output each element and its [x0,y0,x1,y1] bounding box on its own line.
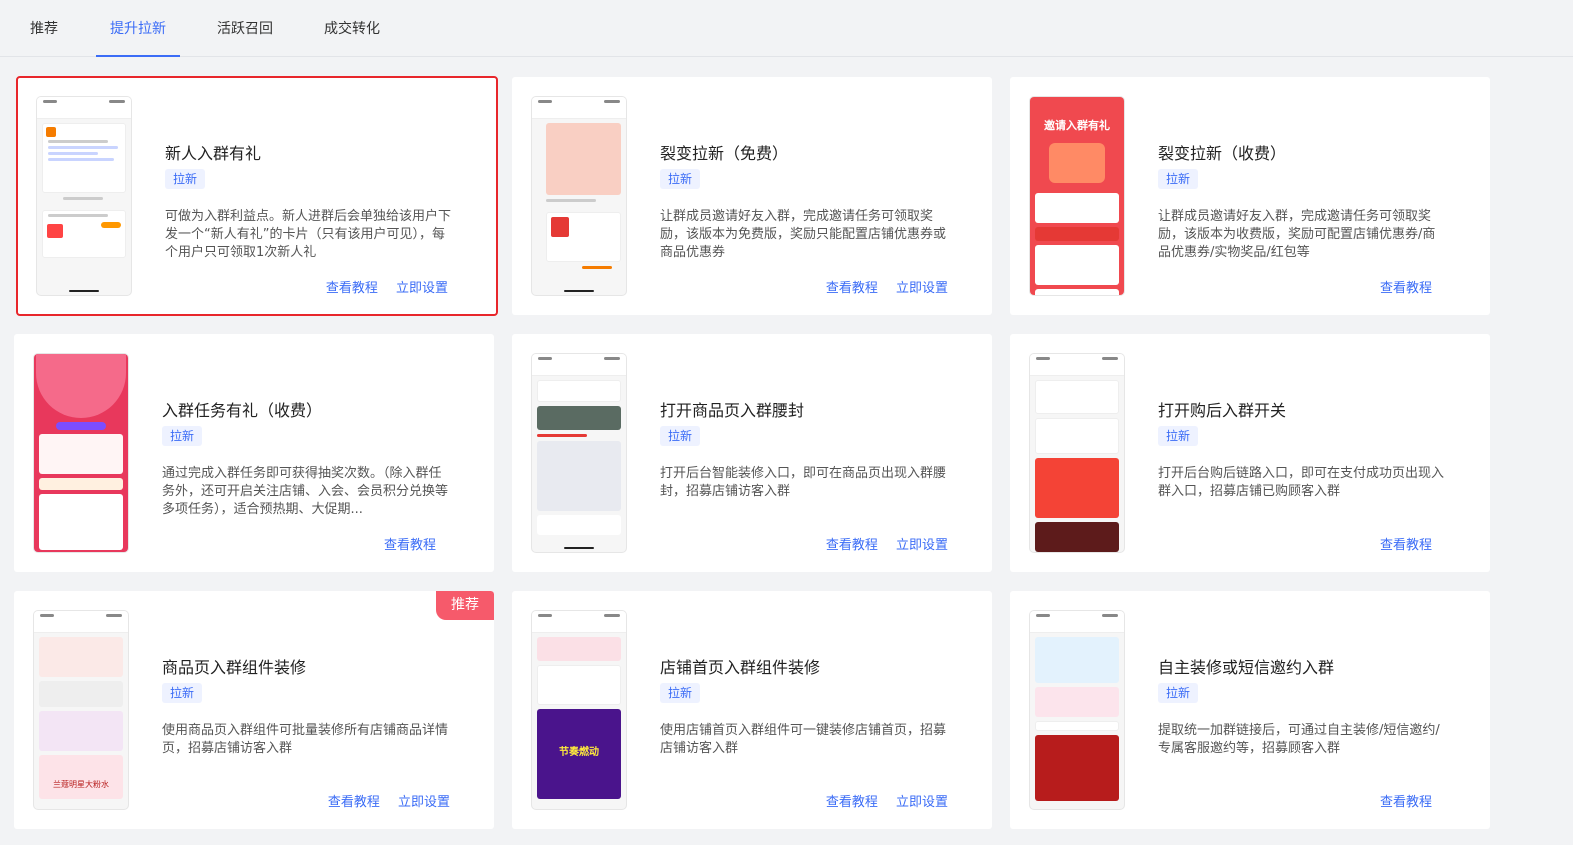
card-thumbnail [1030,354,1124,552]
category-tag: 拉新 [660,169,701,189]
view-tutorial-link[interactable]: 查看教程 [1380,795,1432,810]
card-store-home-component[interactable]: 节奏燃动 店铺首页入群组件装修 拉新 使用店铺首页入群组件可一键装修店铺首页，招… [512,591,992,829]
card-description: 打开后台智能装修入口，即可在商品页出现入群腰封，招募店铺访客入群 [660,466,947,499]
card-title: 裂变拉新（免费） [660,144,789,163]
view-tutorial-link[interactable]: 查看教程 [1380,538,1432,553]
card-thumbnail [532,354,626,552]
tab-recommend[interactable]: 推荐 [30,19,58,57]
category-tag: 拉新 [1158,169,1199,189]
card-description: 可做为入群利益点。新人进群后会单独给该用户下发一个“新人有礼”的卡片（只有该用户… [165,209,452,260]
card-description: 使用商品页入群组件可批量装修所有店铺商品详情页，招募店铺访客入群 [162,723,449,756]
category-tag: 拉新 [1158,683,1199,703]
card-title: 新人入群有礼 [165,144,262,163]
card-description: 让群成员邀请好友入群，完成邀请任务可领取奖励，该版本为收费版，奖励可配置店铺优惠… [1158,209,1436,260]
card-thumbnail [1030,611,1124,809]
card-product-page-component[interactable]: 推荐 兰蔻明星大粉水 商品页入群组件装修 拉新 使用商品页入群组件可批量装修所有… [14,591,494,829]
card-description: 使用店铺首页入群组件可一键装修店铺首页，招募店铺访客入群 [660,723,947,756]
category-tag: 拉新 [660,426,701,446]
card-post-purchase-switch[interactable]: 打开购后入群开关 拉新 打开后台购后链路入口，即可在支付成功页出现入群入口，招募… [1010,334,1490,572]
setup-now-link[interactable]: 立即设置 [896,538,948,553]
card-title: 店铺首页入群组件装修 [660,658,821,677]
card-title: 打开商品页入群腰封 [660,401,805,420]
card-fission-free[interactable]: 裂变拉新（免费） 拉新 让群成员邀请好友入群，完成邀请任务可领取奖励，该版本为免… [512,77,992,315]
card-title: 裂变拉新（收费） [1158,144,1287,163]
setup-now-link[interactable]: 立即设置 [896,281,948,296]
card-thumbnail: 节奏燃动 [532,611,626,809]
tab-bar: 推荐 提升拉新 活跃召回 成交转化 [0,0,1573,57]
card-title: 自主装修或短信邀约入群 [1158,658,1335,677]
tab-conversion[interactable]: 成交转化 [324,19,380,57]
thumb-product-text: 兰蔻明星大粉水 [39,755,123,799]
card-description: 通过完成入群任务即可获得抽奖次数。（除入群任务外，还可开启关注店铺、入会、会员积… [162,466,449,517]
card-product-page-banner[interactable]: 打开商品页入群腰封 拉新 打开后台智能装修入口，即可在商品页出现入群腰封，招募店… [512,334,992,572]
card-thumbnail [37,97,131,295]
card-title: 打开购后入群开关 [1158,401,1287,420]
card-group-task-gift[interactable]: 入群任务有礼（收费） 拉新 通过完成入群任务即可获得抽奖次数。（除入群任务外，还… [14,334,494,572]
view-tutorial-link[interactable]: 查看教程 [826,795,878,810]
view-tutorial-link[interactable]: 查看教程 [326,281,378,296]
category-tag: 拉新 [1158,426,1199,446]
card-title: 商品页入群组件装修 [162,658,307,677]
card-thumbnail [532,97,626,295]
view-tutorial-link[interactable]: 查看教程 [328,795,380,810]
recommend-badge: 推荐 [436,591,494,620]
thumb-banner-text: 节奏燃动 [537,709,621,799]
card-thumbnail [34,354,128,552]
card-custom-or-sms-invite[interactable]: 自主装修或短信邀约入群 拉新 提取统一加群链接后，可通过自主装修/短信邀约/专属… [1010,591,1490,829]
card-newcomer-gift[interactable]: 新人入群有礼 拉新 可做为入群利益点。新人进群后会单独给该用户下发一个“新人有礼… [16,76,498,316]
card-fission-paid[interactable]: 邀请入群有礼 裂变拉新（收费） 拉新 让群成员邀请好友入群，完成邀请任务可领取奖… [1010,77,1490,315]
tab-active-recall[interactable]: 活跃召回 [217,19,273,57]
tab-boost-acquisition[interactable]: 提升拉新 [96,19,180,57]
view-tutorial-link[interactable]: 查看教程 [826,538,878,553]
category-tag: 拉新 [162,426,203,446]
card-title: 入群任务有礼（收费） [162,401,323,420]
setup-now-link[interactable]: 立即设置 [398,795,450,810]
category-tag: 拉新 [660,683,701,703]
view-tutorial-link[interactable]: 查看教程 [384,538,436,553]
card-thumbnail: 邀请入群有礼 [1030,97,1124,295]
card-thumbnail: 兰蔻明星大粉水 [34,611,128,809]
card-description: 打开后台购后链路入口，即可在支付成功页出现入群入口，招募店铺已购顾客入群 [1158,466,1445,499]
view-tutorial-link[interactable]: 查看教程 [1380,281,1432,296]
view-tutorial-link[interactable]: 查看教程 [826,281,878,296]
category-tag: 拉新 [162,683,203,703]
setup-now-link[interactable]: 立即设置 [396,281,448,296]
setup-now-link[interactable]: 立即设置 [896,795,948,810]
thumb-banner-text: 邀请入群有礼 [1044,119,1110,132]
category-tag: 拉新 [165,169,206,189]
card-description: 提取统一加群链接后，可通过自主装修/短信邀约/专属客服邀约等，招募顾客入群 [1158,723,1440,756]
card-description: 让群成员邀请好友入群，完成邀请任务可领取奖励，该版本为免费版，奖励只能配置店铺优… [660,209,947,260]
